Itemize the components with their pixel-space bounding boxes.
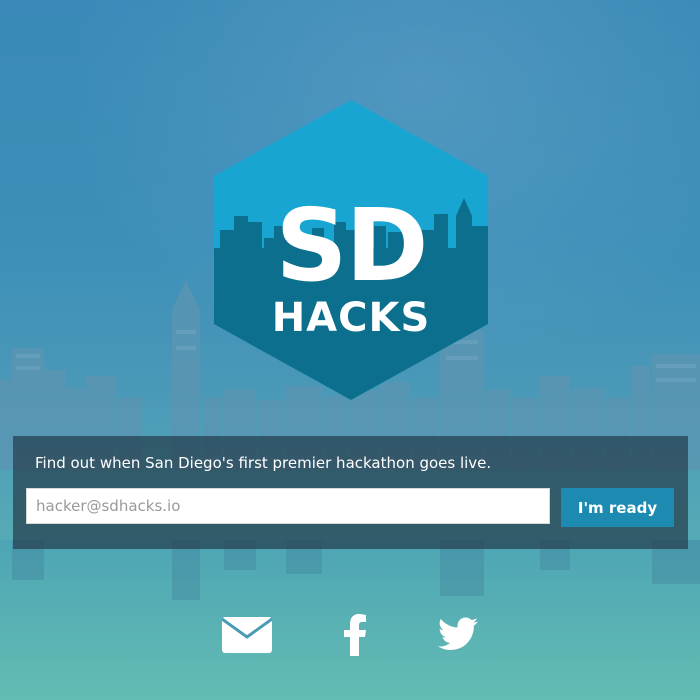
logo-sd-text: SD [275,187,426,304]
email-input[interactable] [26,488,550,524]
signup-tagline: Find out when San Diego's first premier … [35,454,492,472]
facebook-icon [344,614,366,656]
twitter-link[interactable] [438,617,478,653]
sdhacks-logo: SD HACKS [214,100,488,400]
social-links [0,612,700,662]
im-ready-button[interactable]: I'm ready [561,488,674,527]
mail-icon [221,617,273,653]
facebook-link[interactable] [338,612,372,656]
logo-hacks-text: HACKS [272,295,431,341]
mail-link[interactable] [221,617,273,653]
skyline-reflection [12,540,700,600]
twitter-icon [438,617,478,650]
signup-panel: Find out when San Diego's first premier … [13,436,688,549]
